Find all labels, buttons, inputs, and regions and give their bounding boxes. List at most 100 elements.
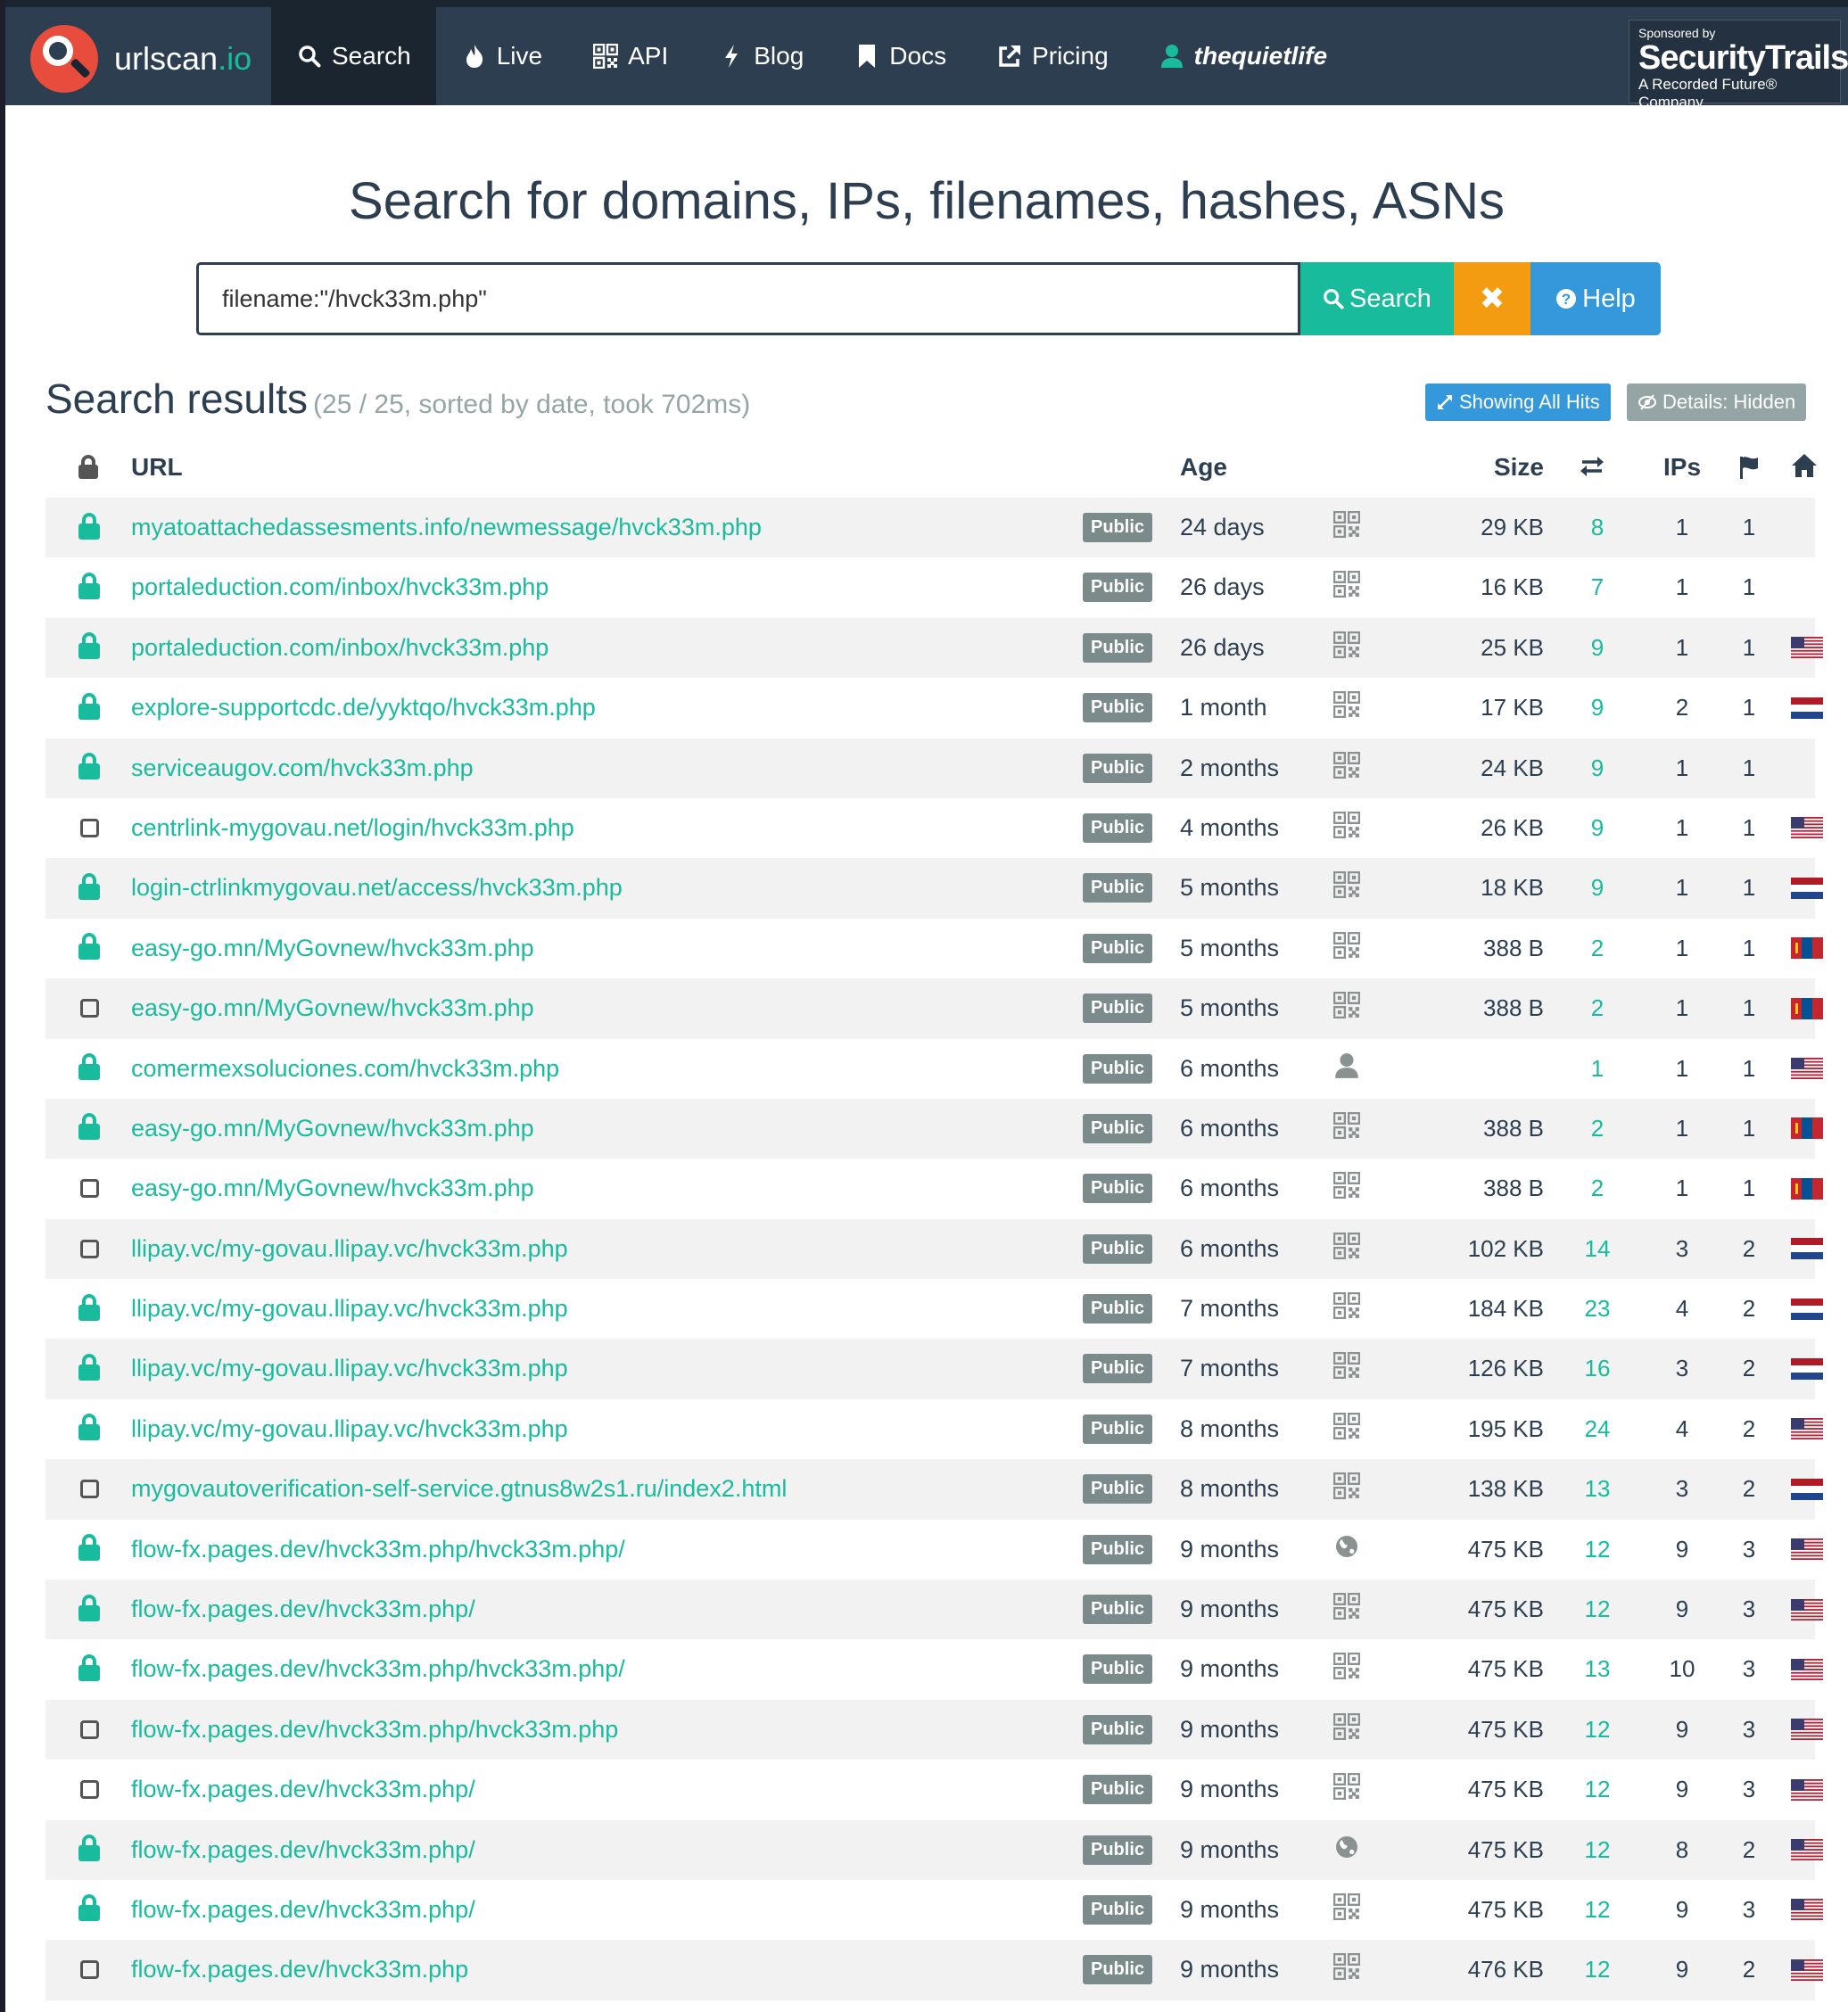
requests-count[interactable]: 12 — [1562, 1579, 1633, 1639]
result-url-link[interactable]: explore-supportcdc.de/yyktqo/hvck33m.php — [131, 678, 596, 738]
requests-count[interactable]: 1 — [1562, 1039, 1633, 1099]
qrcode-icon[interactable] — [1332, 1592, 1361, 1626]
result-url-link[interactable]: mygovautoverification-self-service.gtnus… — [131, 1459, 787, 1519]
user-icon[interactable] — [1334, 1052, 1359, 1085]
result-url-link[interactable]: flow-fx.pages.dev/hvck33m.php/ — [131, 1880, 475, 1940]
visibility-cell: Public — [1083, 1760, 1153, 1819]
nav-docs[interactable]: Docs — [829, 7, 971, 105]
globe-icon[interactable] — [1334, 1534, 1359, 1565]
requests-count[interactable]: 14 — [1562, 1219, 1633, 1279]
qrcode-icon[interactable] — [1332, 931, 1361, 965]
url-column-header[interactable]: URL — [131, 453, 183, 482]
qrcode-icon[interactable] — [1332, 1172, 1361, 1205]
sponsor-caption: Sponsored by — [1638, 26, 1716, 40]
result-url-link[interactable]: portaleduction.com/inbox/hvck33m.php — [131, 618, 549, 678]
requests-count[interactable]: 9 — [1562, 798, 1633, 858]
qrcode-icon[interactable] — [1332, 811, 1361, 845]
nav-pricing[interactable]: Pricing — [971, 7, 1134, 105]
search-input[interactable] — [196, 262, 1300, 335]
nav-blog[interactable]: Blog — [693, 7, 829, 105]
result-url-link[interactable]: comermexsoluciones.com/hvck33m.php — [131, 1039, 559, 1099]
requests-count[interactable]: 12 — [1562, 1820, 1633, 1880]
result-url-link[interactable]: flow-fx.pages.dev/hvck33m.php/hvck33m.ph… — [131, 1639, 625, 1699]
requests-count[interactable]: 13 — [1562, 1639, 1633, 1699]
size-column-header[interactable]: Size — [1459, 453, 1544, 482]
qrcode-icon[interactable] — [1332, 751, 1361, 785]
details-toggle-button[interactable]: Details: Hidden — [1627, 383, 1807, 421]
requests-count[interactable]: 9 — [1562, 618, 1633, 678]
result-url-link[interactable]: llipay.vc/my-govau.llipay.vc/hvck33m.php — [131, 1339, 568, 1398]
home-column-header-icon[interactable] — [1791, 453, 1818, 484]
requests-count[interactable]: 7 — [1562, 557, 1633, 617]
requests-count[interactable]: 13 — [1562, 1459, 1633, 1519]
requests-column-header-icon[interactable] — [1580, 455, 1615, 483]
qrcode-icon[interactable] — [1332, 1111, 1361, 1145]
qrcode-icon[interactable] — [1332, 992, 1361, 1025]
qrcode-icon[interactable] — [1332, 571, 1361, 604]
qrcode-icon[interactable] — [1332, 510, 1361, 544]
requests-count[interactable]: 2 — [1562, 919, 1633, 978]
qrcode-icon[interactable] — [1332, 871, 1361, 904]
result-url-link[interactable]: flow-fx.pages.dev/hvck33m.php/hvck33m.ph… — [131, 1700, 618, 1760]
result-url-link[interactable]: easy-go.mn/MyGovnew/hvck33m.php — [131, 919, 534, 978]
requests-count[interactable]: 12 — [1562, 1760, 1633, 1819]
search-button[interactable]: Search — [1300, 262, 1454, 335]
requests-count[interactable]: 2 — [1562, 978, 1633, 1038]
qrcode-icon[interactable] — [1332, 1352, 1361, 1385]
result-url-link[interactable]: flow-fx.pages.dev/hvck33m.php/ — [131, 1820, 475, 1880]
result-url-link[interactable]: easy-go.mn/MyGovnew/hvck33m.php — [131, 1099, 534, 1159]
result-url-link[interactable]: serviceaugov.com/hvck33m.php — [131, 738, 474, 798]
brand-logo-link[interactable]: urlscan.io — [30, 21, 252, 96]
nav-live[interactable]: Live — [436, 7, 567, 105]
clear-search-button[interactable]: ✖ — [1454, 262, 1530, 335]
requests-count[interactable]: 12 — [1562, 1520, 1633, 1579]
requests-count[interactable]: 12 — [1562, 1940, 1633, 2000]
requests-count[interactable]: 12 — [1562, 1700, 1633, 1760]
requests-count[interactable]: 2 — [1562, 1099, 1633, 1159]
result-url-link[interactable]: flow-fx.pages.dev/hvck33m.php/ — [131, 1760, 475, 1819]
nav-search[interactable]: Search — [271, 7, 436, 105]
result-url-link[interactable]: login-ctrlinkmygovau.net/access/hvck33m.… — [131, 858, 623, 918]
ips-column-header[interactable]: IPs — [1651, 453, 1713, 482]
result-url-link[interactable]: flow-fx.pages.dev/hvck33m.php — [131, 1940, 468, 2000]
nav-user[interactable]: thequietlife — [1134, 7, 1352, 105]
qrcode-icon[interactable] — [1332, 1472, 1361, 1505]
help-button[interactable]: ? Help — [1530, 262, 1661, 335]
qrcode-icon[interactable] — [1332, 691, 1361, 724]
qrcode-icon[interactable] — [1332, 1773, 1361, 1806]
requests-count[interactable]: 24 — [1562, 1399, 1633, 1459]
result-url-link[interactable]: llipay.vc/my-govau.llipay.vc/hvck33m.php — [131, 1219, 568, 1279]
requests-count[interactable]: 9 — [1562, 678, 1633, 738]
showing-all-hits-button[interactable]: Showing All Hits — [1425, 383, 1611, 421]
qrcode-icon[interactable] — [1332, 1653, 1361, 1686]
sponsor-banner[interactable]: Sponsored by SecurityTrails A Recorded F… — [1629, 20, 1848, 111]
requests-count[interactable]: 9 — [1562, 738, 1633, 798]
ips-count: 3 — [1675, 1234, 1689, 1262]
result-url-link[interactable]: easy-go.mn/MyGovnew/hvck33m.php — [131, 1159, 534, 1218]
qrcode-icon[interactable] — [1332, 1291, 1361, 1325]
result-url-link[interactable]: portaleduction.com/inbox/hvck33m.php — [131, 557, 549, 617]
requests-count[interactable]: 16 — [1562, 1339, 1633, 1398]
qrcode-icon[interactable] — [1332, 1892, 1361, 1926]
requests-count[interactable]: 23 — [1562, 1279, 1633, 1339]
requests-count[interactable]: 2 — [1562, 1159, 1633, 1218]
result-url-link[interactable]: flow-fx.pages.dev/hvck33m.php/hvck33m.ph… — [131, 1520, 625, 1579]
result-url-link[interactable]: llipay.vc/my-govau.llipay.vc/hvck33m.php — [131, 1399, 568, 1459]
result-url-link[interactable]: myatoattachedassesments.info/newmessage/… — [131, 498, 762, 557]
qrcode-icon[interactable] — [1332, 1953, 1361, 1986]
result-url-link[interactable]: easy-go.mn/MyGovnew/hvck33m.php — [131, 978, 534, 1038]
requests-count[interactable]: 12 — [1562, 1880, 1633, 1940]
requests-count[interactable]: 9 — [1562, 858, 1633, 918]
qrcode-icon[interactable] — [1332, 1712, 1361, 1746]
result-url-link[interactable]: llipay.vc/my-govau.llipay.vc/hvck33m.php — [131, 1279, 568, 1339]
globe-icon[interactable] — [1334, 1835, 1359, 1866]
result-url-link[interactable]: centrlink-mygovau.net/login/hvck33m.php — [131, 798, 574, 858]
result-url-link[interactable]: flow-fx.pages.dev/hvck33m.php/ — [131, 1579, 475, 1639]
age-column-header[interactable]: Age — [1180, 453, 1227, 482]
nav-api[interactable]: API — [567, 7, 693, 105]
qrcode-icon[interactable] — [1332, 1412, 1361, 1446]
flag-column-header-icon[interactable] — [1738, 455, 1760, 486]
qrcode-icon[interactable] — [1332, 631, 1361, 664]
requests-count[interactable]: 8 — [1562, 498, 1633, 557]
qrcode-icon[interactable] — [1332, 1232, 1361, 1266]
